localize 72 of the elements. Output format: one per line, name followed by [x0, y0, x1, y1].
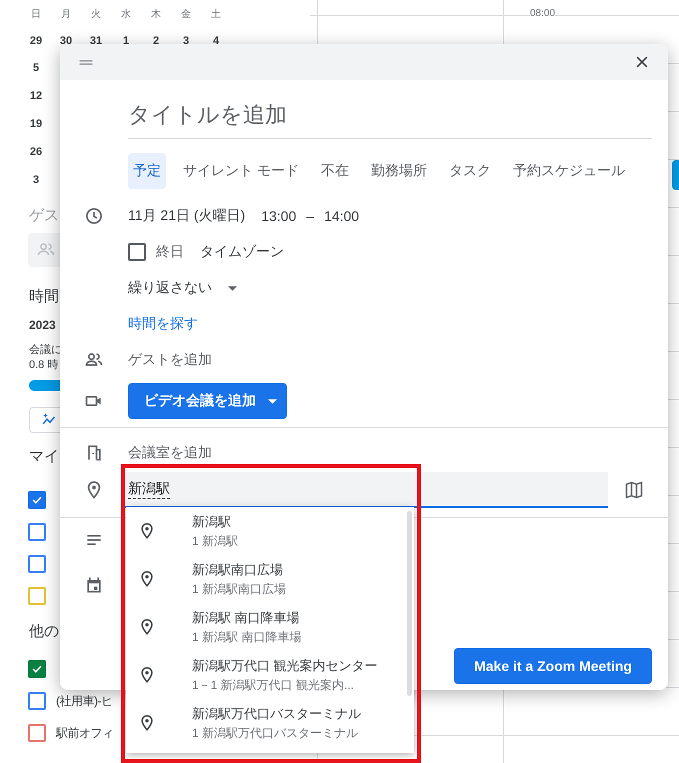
hours-text: 0.8 時	[28, 358, 58, 372]
suggestion-item[interactable]: 新潟駅万代口 観光案内センター 1－1 新潟駅万代口 観光案内...	[126, 651, 414, 699]
event-type-tab[interactable]: 予約スケジュール	[508, 153, 630, 189]
calendar-checkbox[interactable]	[28, 491, 46, 509]
caret-icon	[228, 286, 237, 290]
calendar-label: 駅前オフィ	[56, 724, 114, 742]
calendar-checkbox[interactable]	[28, 523, 46, 541]
event-type-tab[interactable]: 不在	[316, 153, 354, 189]
all-day-label: 終日	[156, 243, 184, 261]
suggestion-name: 新潟駅万代口バスターミナル	[192, 704, 361, 722]
all-day-checkbox[interactable]	[128, 243, 146, 261]
add-guests-field[interactable]: ゲストを追加	[128, 351, 212, 369]
weekday-label: 月	[60, 8, 72, 22]
event-type-tab[interactable]: タスク	[444, 153, 496, 189]
calendar-checkbox[interactable]	[28, 555, 46, 573]
section-heading: ゲス	[28, 206, 59, 225]
close-icon[interactable]	[634, 54, 650, 70]
suggestion-item[interactable]: 新潟駅南口広場 1 新潟駅南口広場	[126, 555, 414, 603]
calendar-day[interactable]: 26	[21, 138, 51, 166]
recurrence-dropdown[interactable]: 繰り返さない	[128, 279, 212, 297]
event-type-tab[interactable]: 予定	[128, 153, 166, 189]
year-label: 2023	[28, 318, 56, 332]
suggestion-name: 新潟駅万代口 観光案内センター	[192, 656, 378, 674]
calendar-checkbox[interactable]	[28, 724, 46, 742]
calendar-day[interactable]: 19	[21, 110, 51, 138]
calendar-checkbox[interactable]	[28, 692, 46, 710]
calendar-day[interactable]: 5	[21, 54, 51, 82]
calendar-day[interactable]: 29	[21, 28, 51, 54]
suggestion-address: 1 新潟駅	[192, 532, 238, 550]
add-room-field[interactable]: 会議室を追加	[128, 444, 212, 462]
zoom-meeting-button[interactable]: Make it a Zoom Meeting	[454, 648, 652, 684]
dash-text: –	[306, 208, 314, 224]
suggestion-name: 新潟駅	[192, 512, 232, 530]
weekday-label: 土	[210, 8, 222, 22]
suggestion-name: 新潟駅 南口降車場	[192, 608, 301, 626]
suggestion-address: 1 新潟駅 南口降車場	[192, 628, 302, 646]
calendar-label: (社用車)-ヒ	[56, 692, 112, 710]
calendar-day[interactable]: 3	[21, 166, 51, 194]
calendar-checkbox[interactable]	[28, 660, 46, 678]
event-type-tab[interactable]: サイレント モード	[178, 153, 304, 189]
time-label: 08:00	[530, 8, 556, 19]
suggestion-item[interactable]: 新潟駅 1 新潟駅	[126, 507, 414, 555]
suggestion-name: 新潟駅南口広場	[192, 560, 284, 578]
weekday-label: 火	[90, 8, 102, 22]
caret-icon	[268, 398, 277, 404]
add-video-conference-button[interactable]: ビデオ会議を追加	[128, 383, 287, 419]
suggestion-address: 1－1 新潟駅万代口 観光案内...	[192, 676, 356, 694]
suggestion-item[interactable]: 新潟駅万代口バスターミナル 1 新潟駅万代口バスターミナル	[126, 699, 414, 747]
calendar-checkbox[interactable]	[28, 587, 46, 605]
section-heading: 他の	[28, 622, 59, 641]
end-time[interactable]: 14:00	[324, 208, 360, 224]
clock-icon	[84, 206, 104, 226]
weekday-label: 日	[30, 8, 42, 22]
calendar-day[interactable]: 12	[21, 82, 51, 110]
suggestion-address: 1 新潟駅万代口バスターミナル	[192, 724, 360, 742]
timezone-link[interactable]: タイムゾーン	[200, 243, 284, 261]
map-icon[interactable]	[624, 480, 644, 500]
suggestion-address: 1 新潟駅南口広場	[192, 580, 286, 598]
event-type-tab[interactable]: 勤務場所	[366, 153, 432, 189]
title-field[interactable]: タイトルを追加	[128, 92, 652, 138]
scrollbar[interactable]	[407, 511, 412, 696]
location-field[interactable]: 新潟駅	[124, 472, 608, 508]
weekday-label: 金	[180, 8, 192, 22]
find-time-link[interactable]: 時間を探す	[128, 315, 198, 333]
date-text[interactable]: 11月 21日 (火曜日)	[128, 207, 246, 225]
suggestion-item[interactable]: 新潟駅 南口降車場 1 新潟駅 南口降車場	[126, 603, 414, 651]
section-heading: 時間	[28, 287, 59, 306]
drag-handle-icon[interactable]	[78, 58, 94, 66]
section-heading: マイ	[28, 447, 59, 466]
start-time[interactable]: 13:00	[261, 208, 296, 224]
weekday-label: 水	[120, 8, 132, 22]
weekday-label: 木	[150, 8, 162, 22]
